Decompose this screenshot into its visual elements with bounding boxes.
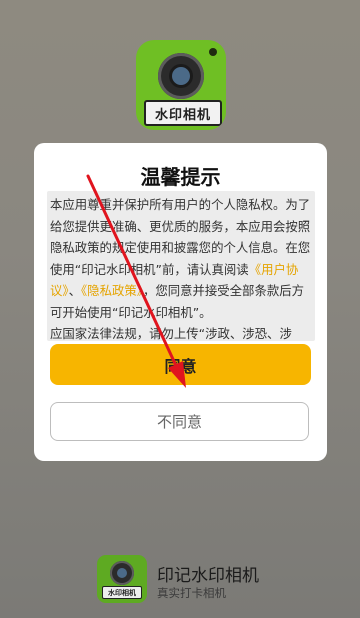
camera-lens-core xyxy=(172,67,190,85)
camera-app-icon: 水印相机 xyxy=(136,40,226,130)
privacy-dialog: 温馨提示 本应用尊重并保护所有用户的个人隐私权。为了给您提供更准确、更优质的服务… xyxy=(34,143,327,461)
privacy-policy-link[interactable]: 《隐私政策》 xyxy=(81,283,143,298)
camera-flash-dot xyxy=(209,48,217,56)
agree-button[interactable]: 同意 xyxy=(50,344,311,385)
brand-slogan: 真实打卡相机 xyxy=(157,586,226,600)
disagree-button[interactable]: 不同意 xyxy=(50,402,309,441)
link-separator: 、 xyxy=(68,283,81,298)
brand-app-name: 印记水印相机 xyxy=(157,566,259,586)
privacy-text: 本应用尊重并保护所有用户的个人隐私权。为了给您提供更准确、更优质的服务，本应用会… xyxy=(47,191,315,341)
dialog-title: 温馨提示 xyxy=(140,165,221,189)
privacy-text-scroll-area[interactable]: 本应用尊重并保护所有用户的个人隐私权。为了给您提供更准确、更优质的服务，本应用会… xyxy=(47,191,315,341)
brand-icon-plate: 水印相机 xyxy=(102,586,142,599)
privacy-text-part3: 应国家法律法规，请勿上传“涉政、涉恐、涉 xyxy=(50,326,292,341)
brand-lens-core xyxy=(117,568,127,578)
brand-app-icon: 水印相机 xyxy=(97,555,147,603)
app-icon-plate: 水印相机 xyxy=(144,100,222,126)
